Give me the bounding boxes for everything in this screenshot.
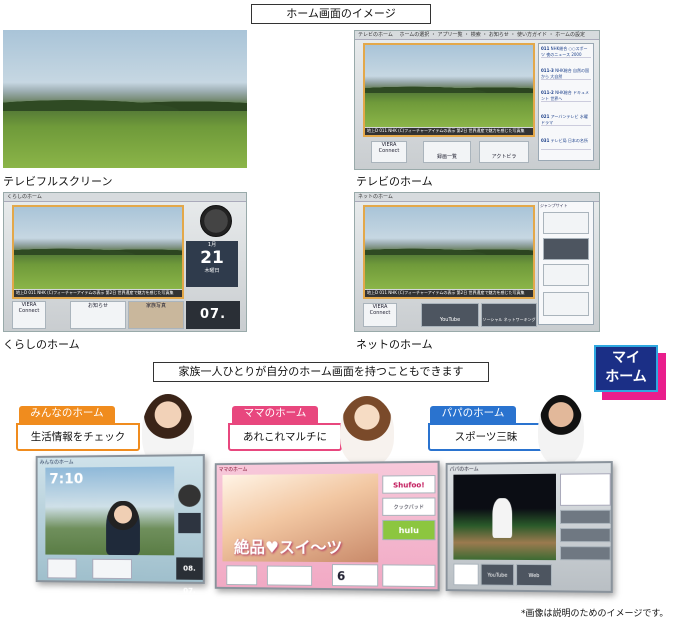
family-sub-papa: スポーツ三昧 — [428, 423, 544, 451]
tv-home-tile-actvila[interactable]: アクトビラ — [479, 141, 529, 163]
kurashi-home-main-view[interactable]: 地上D 011 NHK (C)フィーチャーアイテムの表示 第2日 世界遺産で魅力… — [12, 205, 184, 299]
mama-tile[interactable] — [382, 564, 436, 588]
caption-tv-home: テレビのホーム — [356, 175, 433, 188]
epg-item[interactable]: 021 アーバンテレビ 水曜ドラマ — [541, 114, 591, 126]
minna-home-screen: みんなのホーム 7:10 08. 07. — [35, 454, 205, 595]
net-tile-social[interactable]: ソーシャル ネットワーキング TV — [481, 303, 537, 354]
kurashi-tile-photo[interactable]: 家族写真 — [128, 301, 184, 329]
papa-side-tile[interactable] — [560, 546, 611, 561]
net-ticker: 地上D 011 NHK (C)フィーチャーアイテムの表示 第2日 世界遺産で魅力… — [365, 290, 533, 297]
papa-side-tile[interactable] — [560, 509, 611, 524]
mama-side-cookpad[interactable]: クックパッド — [382, 497, 436, 516]
net-home-screen: ネットのホーム 地上D 011 NHK (C)フィーチャーアイテムの表示 第2日… — [354, 192, 600, 354]
net-side-tile[interactable] — [543, 292, 589, 316]
kurashi-home-screen: くらしのホーム 地上D 011 NHK (C)フィーチャーアイテムの表示 第2日… — [3, 192, 247, 350]
tv-fullscreen-image — [3, 30, 247, 168]
epg-item[interactable]: 011-3 NHK総合 自然の国から 大自然 — [541, 68, 591, 80]
net-tile-youtube[interactable]: YouTube — [421, 303, 479, 327]
family-label-papa: パパのホーム — [430, 406, 516, 423]
epg-item[interactable]: 031 テレビ局 日本の名所 — [541, 138, 591, 150]
caption-fullscreen: テレビフルスクリーン — [3, 175, 113, 188]
tv-home-tile-viera-connect[interactable]: VIERA Connect — [371, 141, 407, 163]
kurashi-home-titlebar: くらしのホーム — [4, 193, 246, 202]
papa-tile-web[interactable]: Web — [516, 563, 552, 587]
mama-calendar[interactable]: 6 — [331, 564, 379, 587]
mama-home-screen: ママのホーム 絶品♥スイ～ツ Shufoo! クックパッド hulu 6 — [214, 460, 440, 592]
mother-photo — [340, 396, 394, 466]
family-label-mama: ママのホーム — [232, 406, 318, 423]
time-card: 07. 46. — [186, 301, 240, 350]
tv-home-ticker: 地上D 011 NHK (C)フィーチャーアイテムの表示 第2日 世界遺産で魅力… — [365, 128, 533, 135]
disclaimer-note: *画像は説明のためのイメージです。 — [521, 609, 669, 619]
net-home-side-panel[interactable]: ジャンプサイト — [538, 201, 594, 325]
father-photo — [538, 395, 584, 465]
net-home-main-view[interactable]: 地上D 011 NHK (C)フィーチャーアイテムの表示 第2日 世界遺産で魅力… — [363, 205, 535, 299]
net-tile-viera-connect[interactable]: VIERA Connect — [363, 303, 397, 327]
kurashi-tile-notice[interactable]: お知らせ — [70, 301, 126, 329]
papa-side-tile[interactable] — [560, 528, 611, 543]
papa-tile[interactable] — [453, 563, 479, 586]
tv-home-screen: テレビのホーム ホームの選択 ・ アプリ一覧 ・ 検索 ・ お知らせ ・ 使い方… — [354, 30, 600, 170]
tv-home-tile-recordings[interactable]: 録画一覧 — [423, 141, 471, 163]
family-label-minna: みんなのホーム — [19, 406, 115, 423]
tv-home-main-view[interactable]: 地上D 011 NHK (C)フィーチャーアイテムの表示 第2日 世界遺産で魅力… — [363, 43, 535, 137]
tv-home-epg-panel[interactable]: 011 NHK総合 ○○スポーツ 夜のニュース 2000 011-3 NHK総合… — [538, 43, 594, 161]
mama-side-hulu[interactable]: hulu — [382, 519, 436, 541]
epg-item[interactable]: 011 NHK総合 ○○スポーツ 夜のニュース 2000 — [541, 46, 591, 58]
family-sub-minna: 生活情報をチェック — [16, 423, 140, 451]
section-title-home-screen: ホーム画面のイメージ — [251, 4, 431, 24]
kurashi-tile-viera-connect[interactable]: VIERA Connect — [12, 301, 46, 329]
papa-home-screen: パパのホーム YouTube Web — [445, 461, 613, 593]
net-side-tile[interactable] — [543, 264, 589, 286]
clock-icon — [200, 205, 232, 237]
family-sub-mama: あれこれマルチに — [228, 423, 342, 451]
caption-net-home: ネットのホーム — [356, 338, 433, 351]
tv-home-titlebar: テレビのホーム ホームの選択 ・ アプリ一覧 ・ 検索 ・ お知らせ ・ 使い方… — [355, 31, 599, 40]
calendar-card[interactable]: 1月 21 木曜日 — [186, 241, 238, 287]
epg-item[interactable]: 011-2 NHK総合 ドキュメント 世界へ — [541, 90, 591, 102]
net-side-tile[interactable] — [543, 238, 589, 260]
caption-kurashi-home: くらしのホーム — [3, 338, 80, 351]
mama-tile[interactable] — [266, 565, 313, 586]
my-home-badge: マイ ホーム — [594, 345, 666, 400]
mama-tile[interactable] — [226, 565, 258, 586]
papa-tile-youtube[interactable]: YouTube — [480, 563, 515, 586]
net-side-tile[interactable] — [543, 212, 589, 234]
mama-side-shufoo[interactable]: Shufoo! — [382, 475, 436, 494]
section-title-family: 家族一人ひとりが自分のホーム画面を持つこともできます — [153, 362, 489, 382]
kurashi-ticker: 地上D 011 NHK (C)フィーチャーアイテムの表示 第2日 世界遺産で魅力… — [14, 290, 182, 297]
